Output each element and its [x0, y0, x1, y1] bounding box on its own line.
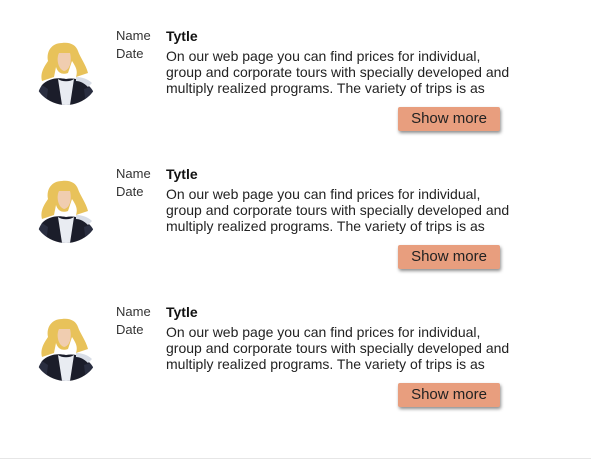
avatar	[32, 37, 100, 105]
avatar	[32, 313, 100, 381]
show-more-button[interactable]: Show more	[398, 107, 500, 131]
post-excerpt: On our web page you can find prices for …	[166, 324, 510, 372]
post-excerpt: On our web page you can find prices for …	[166, 186, 510, 234]
author-name-label: Name	[116, 304, 151, 319]
post-card: Name Date Tytle On our web page you can …	[0, 166, 591, 286]
post-card: Name Date Tytle On our web page you can …	[0, 304, 591, 424]
post-title: Tytle	[166, 28, 198, 44]
post-date-label: Date	[116, 46, 144, 61]
post-card: Name Date Tytle On our web page you can …	[0, 28, 591, 148]
author-name-label: Name	[116, 166, 151, 181]
post-date-label: Date	[116, 184, 144, 199]
show-more-button[interactable]: Show more	[398, 383, 500, 407]
author-name-label: Name	[116, 28, 151, 43]
post-date-label: Date	[116, 322, 144, 337]
post-title: Tytle	[166, 166, 198, 182]
superhero-portrait-image	[32, 313, 100, 381]
superhero-portrait-image	[32, 175, 100, 243]
show-more-button[interactable]: Show more	[398, 245, 500, 269]
avatar	[32, 175, 100, 243]
superhero-portrait-image	[32, 37, 100, 105]
post-excerpt: On our web page you can find prices for …	[166, 48, 510, 96]
post-title: Tytle	[166, 304, 198, 320]
page-divider	[0, 458, 591, 459]
post-feed: Name Date Tytle On our web page you can …	[0, 0, 591, 460]
